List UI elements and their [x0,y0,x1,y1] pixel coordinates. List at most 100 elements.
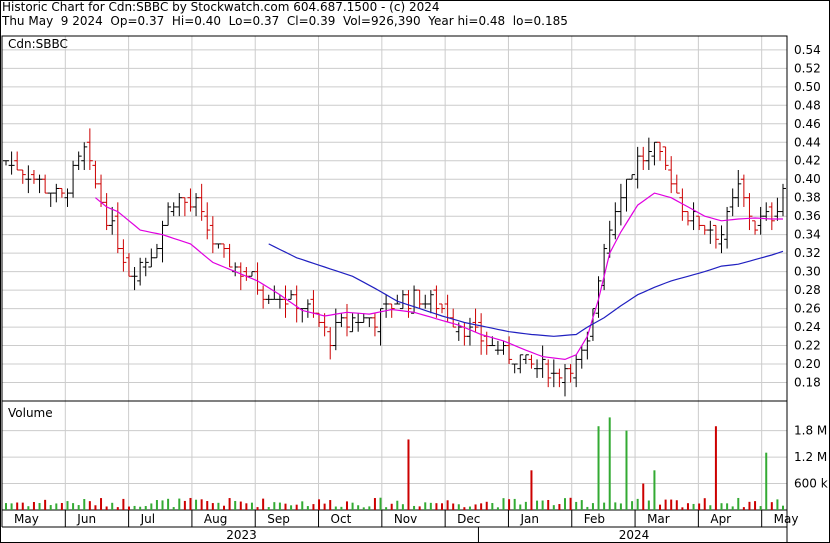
ohlc-bar [8,151,15,175]
month-label: May [774,512,799,526]
year-label: 2024 [619,528,650,542]
volume-bar [591,503,594,510]
volume-bar [647,500,650,510]
ohlc-bar [232,262,239,277]
volume-bar [10,503,13,510]
price-tick-label: 0.44 [794,135,821,149]
volume-bar [485,501,488,510]
ohlc-bar [534,359,541,378]
volume-bar [603,502,606,510]
ohlc-bar [30,169,37,184]
ohlc-bar [193,193,200,217]
volume-bar [16,502,19,510]
price-panel-frame [1,35,788,402]
ohlc-bar [780,183,786,217]
volume-bar [513,498,516,510]
volume-bar [597,426,600,510]
month-label: Jan [519,512,539,526]
ohlc-bar [221,243,228,258]
ohlc-bar [248,271,255,277]
volume-bar [536,500,539,510]
volume-bar [619,503,622,510]
ohlc-bar [774,197,781,221]
ohlc-bar [120,239,127,272]
volume-bar [530,470,533,510]
volume-bar [217,502,220,510]
volume-bar [631,501,634,510]
ohlc-bar [528,354,535,369]
volume-bar [290,505,293,510]
volume-bar [133,505,136,510]
volume-bar [256,507,259,510]
ohlc-bar [53,183,60,203]
month-label: May [14,512,39,526]
volume-bar [463,507,466,510]
month-label: Feb [584,512,605,526]
volume-bar [692,503,695,510]
ohlc-bar [668,156,675,194]
ohlc-bar [746,193,753,231]
volume-bar [664,499,667,510]
ohlc-bar [472,308,479,332]
volume-bar [759,506,762,510]
ohlc-bar [293,285,300,323]
volume-bar [770,502,773,510]
volume-bar [127,506,130,510]
volume-bar [116,507,119,510]
ohlc-bar [522,354,529,365]
volume-bar [362,507,365,510]
ohlc-bar [729,188,736,217]
volume-tick-label: 1.8 M [794,424,827,438]
price-tick-label: 0.34 [794,228,821,242]
volume-bar [575,501,578,510]
volume-bar [698,503,701,510]
volume-bar [390,503,393,510]
volume-bar [446,500,449,510]
ohlc-bar [349,313,356,333]
ohlc-bar [494,340,501,355]
ohlc-bar [58,187,65,198]
volume-bar [524,501,527,510]
ohlc-bar [461,322,468,346]
price-tick-label: 0.52 [794,61,821,75]
volume-bar [345,501,348,510]
volume-bar [754,501,757,510]
volume-bar [457,504,460,510]
volume-bar [357,505,360,510]
price-tick-label: 0.50 [794,80,821,94]
ohlc-bar [237,262,244,291]
volume-bar [105,506,108,510]
ohlc-bar [612,202,619,240]
moving-average-short-line [95,192,783,361]
volume-bar [720,503,723,510]
ohlc-bar [327,327,334,360]
volume-bar [659,504,662,510]
volume-bar [385,507,388,510]
volume-bar [742,507,745,510]
volume-bar [295,504,298,510]
price-panel-label: Cdn:SBBC [8,37,68,51]
volume-tick-label: 1.2 M [794,450,827,464]
volume-bar [267,507,270,510]
ohlc-bar [215,243,222,249]
volume-bar [474,504,477,510]
ohlc-bar [198,183,205,221]
ohlc-bar [640,146,647,170]
ohlc-bar [422,294,429,309]
volume-bar [480,503,483,510]
volume-bar [413,505,416,510]
ohlc-bar [81,142,88,170]
ohlc-bar [623,178,630,212]
ohlc-bar [366,317,373,328]
volume-bar [675,500,678,510]
volume-bar [429,502,432,510]
ohlc-bar [260,285,267,309]
volume-bar [731,506,734,510]
volume-bar [765,452,768,510]
volume-bar [502,498,505,510]
month-label: Aug [204,512,227,526]
price-tick-label: 0.28 [794,283,821,297]
month-label: Dec [457,512,480,526]
ohlc-bar [42,174,49,194]
volume-bar [379,497,382,510]
